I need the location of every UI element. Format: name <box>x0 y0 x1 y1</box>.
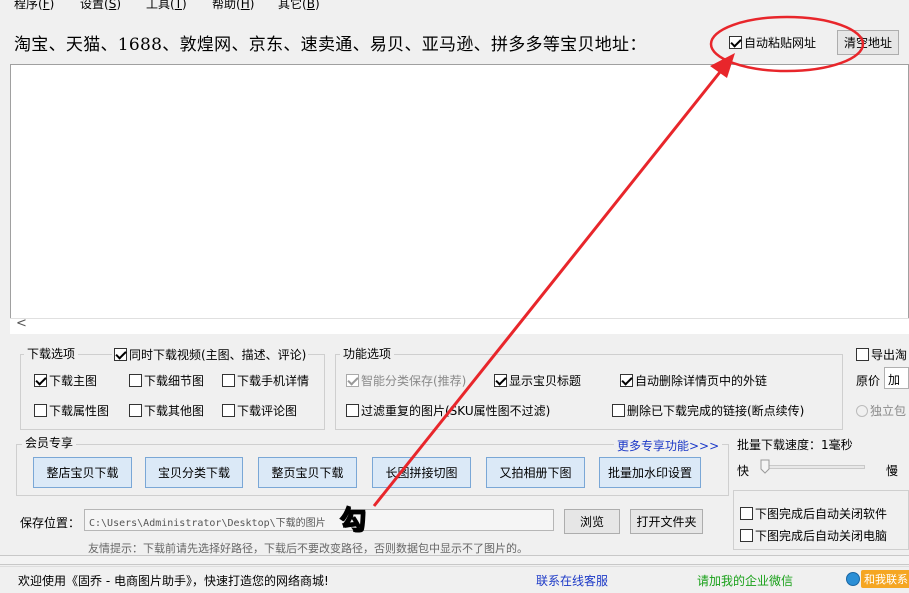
download-detail-image-checkbox[interactable]: 下载细节图 <box>129 372 204 389</box>
option-label: 下载其他图 <box>144 404 205 418</box>
download-video-checkbox[interactable]: 同时下载视频(主图、描述、评论) <box>112 346 309 363</box>
speed-title: 批量下载速度：1毫秒 <box>737 438 853 452</box>
menu-program[interactable]: 程序(F) <box>14 0 54 12</box>
watermark-button[interactable]: 批量加水印设置 <box>599 457 701 488</box>
option-label: 删除已下载完成的链接(断点续传) <box>627 404 805 418</box>
save-location-label: 保存位置： <box>20 516 81 530</box>
download-main-image-checkbox[interactable]: 下载主图 <box>34 372 97 389</box>
show-title-checkbox[interactable]: 显示宝贝标题 <box>494 372 581 389</box>
menu-bar: 程序(F) 设置(S) 工具(T) 帮助(H) 其它(B) <box>0 0 909 14</box>
delete-finished-links-checkbox[interactable]: 删除已下载完成的链接(断点续传) <box>612 402 804 419</box>
price-label: 原价 <box>856 374 881 388</box>
category-download-button[interactable]: 宝贝分类下载 <box>145 457 243 488</box>
checkbox-icon[interactable] <box>129 374 142 387</box>
option-label: 下载属性图 <box>49 404 110 418</box>
option-label: 显示宝贝标题 <box>509 374 582 388</box>
url-horizontal-scrollbar[interactable] <box>10 318 909 334</box>
checkbox-icon[interactable] <box>612 404 625 417</box>
checkbox-icon[interactable] <box>740 529 753 542</box>
checkbox-icon[interactable] <box>740 507 753 520</box>
auto-paste-checkbox[interactable]: 自动粘贴网址 <box>729 34 816 51</box>
function-options-title: 功能选项 <box>340 345 395 362</box>
contact-button[interactable]: 和我联系 <box>846 570 909 588</box>
checkbox-icon[interactable] <box>222 374 235 387</box>
option-label: 下图完成后自动关闭电脑 <box>755 529 888 543</box>
auto-paste-label: 自动粘贴网址 <box>744 36 817 50</box>
contact-label: 和我联系 <box>861 570 909 588</box>
download-attribute-image-checkbox[interactable]: 下载属性图 <box>34 402 109 419</box>
auto-shutdown-checkbox[interactable]: 下图完成后自动关闭电脑 <box>740 527 887 544</box>
filter-duplicates-checkbox[interactable]: 过滤重复的图片(SKU属性图不过滤) <box>346 402 550 419</box>
download-options-title: 下载选项 <box>24 345 79 362</box>
save-path-input[interactable]: C:\Users\Administrator\Desktop\下载的图片 <box>84 509 554 531</box>
checkbox-icon[interactable] <box>494 374 507 387</box>
tip-text: 友情提示：下载前请先选择好路径，下载后不要改变路径，否则数据包中显示不了图片的。 <box>88 542 528 555</box>
checkbox-icon[interactable] <box>34 404 47 417</box>
checkbox-icon[interactable] <box>729 36 742 49</box>
menu-tools[interactable]: 工具(T) <box>146 0 187 12</box>
option-label: 自动删除详情页中的外链 <box>635 374 768 388</box>
speed-fast-label: 快 <box>737 464 750 478</box>
export-checkbox[interactable]: 导出淘 <box>856 346 907 363</box>
option-label: 过滤重复的图片(SKU属性图不过滤) <box>361 404 551 418</box>
menu-other[interactable]: 其它(B) <box>278 0 320 12</box>
checkbox-icon[interactable] <box>222 404 235 417</box>
page-download-button[interactable]: 整页宝贝下载 <box>258 457 357 488</box>
option-label: 智能分类保存(推荐) <box>361 374 467 388</box>
auto-close-software-checkbox[interactable]: 下图完成后自动关闭软件 <box>740 505 887 522</box>
clear-url-button[interactable]: 清空地址 <box>837 30 899 55</box>
option-label: 下载评论图 <box>237 404 298 418</box>
checkbox-icon[interactable] <box>856 348 869 361</box>
menu-settings[interactable]: 设置(S) <box>80 0 121 12</box>
checkbox-icon[interactable] <box>346 404 359 417</box>
download-mobile-detail-checkbox[interactable]: 下载手机详情 <box>222 372 309 389</box>
option-label: 下图完成后自动关闭软件 <box>755 507 888 521</box>
checkbox-icon[interactable] <box>620 374 633 387</box>
price-select[interactable]: 加 <box>884 367 909 389</box>
option-label: 下载主图 <box>49 374 98 388</box>
remove-external-links-checkbox[interactable]: 自动删除详情页中的外链 <box>620 372 767 389</box>
export-label: 导出淘 <box>871 348 908 362</box>
checkbox-icon[interactable] <box>129 404 142 417</box>
scroll-left-icon[interactable]: < <box>16 316 27 331</box>
download-video-label: 同时下载视频(主图、描述、评论) <box>129 348 307 362</box>
youpai-album-button[interactable]: 又拍相册下图 <box>486 457 585 488</box>
url-textarea[interactable] <box>10 64 909 334</box>
shop-download-button[interactable]: 整店宝贝下载 <box>33 457 132 488</box>
member-title: 会员专享 <box>22 434 77 451</box>
progress-bar <box>0 555 909 565</box>
chat-icon <box>846 572 860 586</box>
speed-slider-thumb[interactable] <box>760 459 770 474</box>
option-label: 下载手机详情 <box>237 374 310 388</box>
checkbox-icon <box>346 374 359 387</box>
checkbox-icon[interactable] <box>114 348 127 361</box>
radio-icon <box>856 404 868 417</box>
online-service-link[interactable]: 联系在线客服 <box>536 572 608 589</box>
menu-help[interactable]: 帮助(H) <box>212 0 254 12</box>
speed-slider-track[interactable] <box>765 465 865 469</box>
smart-category-checkbox: 智能分类保存(推荐) <box>346 372 466 389</box>
download-review-image-checkbox[interactable]: 下载评论图 <box>222 402 297 419</box>
standalone-label: 独立包 <box>870 404 907 418</box>
platforms-label: 淘宝、天猫、1688、敦煌网、京东、速卖通、易贝、亚马逊、拼多多等宝贝地址： <box>14 35 647 55</box>
wechat-link[interactable]: 请加我的企业微信 <box>697 572 793 589</box>
standalone-radio: 独立包 <box>856 402 906 419</box>
annotation-label: 勾 <box>339 505 367 537</box>
speed-slow-label: 慢 <box>886 464 899 478</box>
open-folder-button[interactable]: 打开文件夹 <box>630 509 703 534</box>
option-label: 下载细节图 <box>144 374 205 388</box>
browse-button[interactable]: 浏览 <box>564 509 620 534</box>
download-other-image-checkbox[interactable]: 下载其他图 <box>129 402 204 419</box>
checkbox-icon[interactable] <box>34 374 47 387</box>
long-image-button[interactable]: 长图拼接切图 <box>372 457 471 488</box>
welcome-text: 欢迎使用《固乔 - 电商图片助手》，快速打造您的网络商城! <box>18 574 329 588</box>
more-features-link[interactable]: 更多专享功能>>> <box>614 437 723 454</box>
